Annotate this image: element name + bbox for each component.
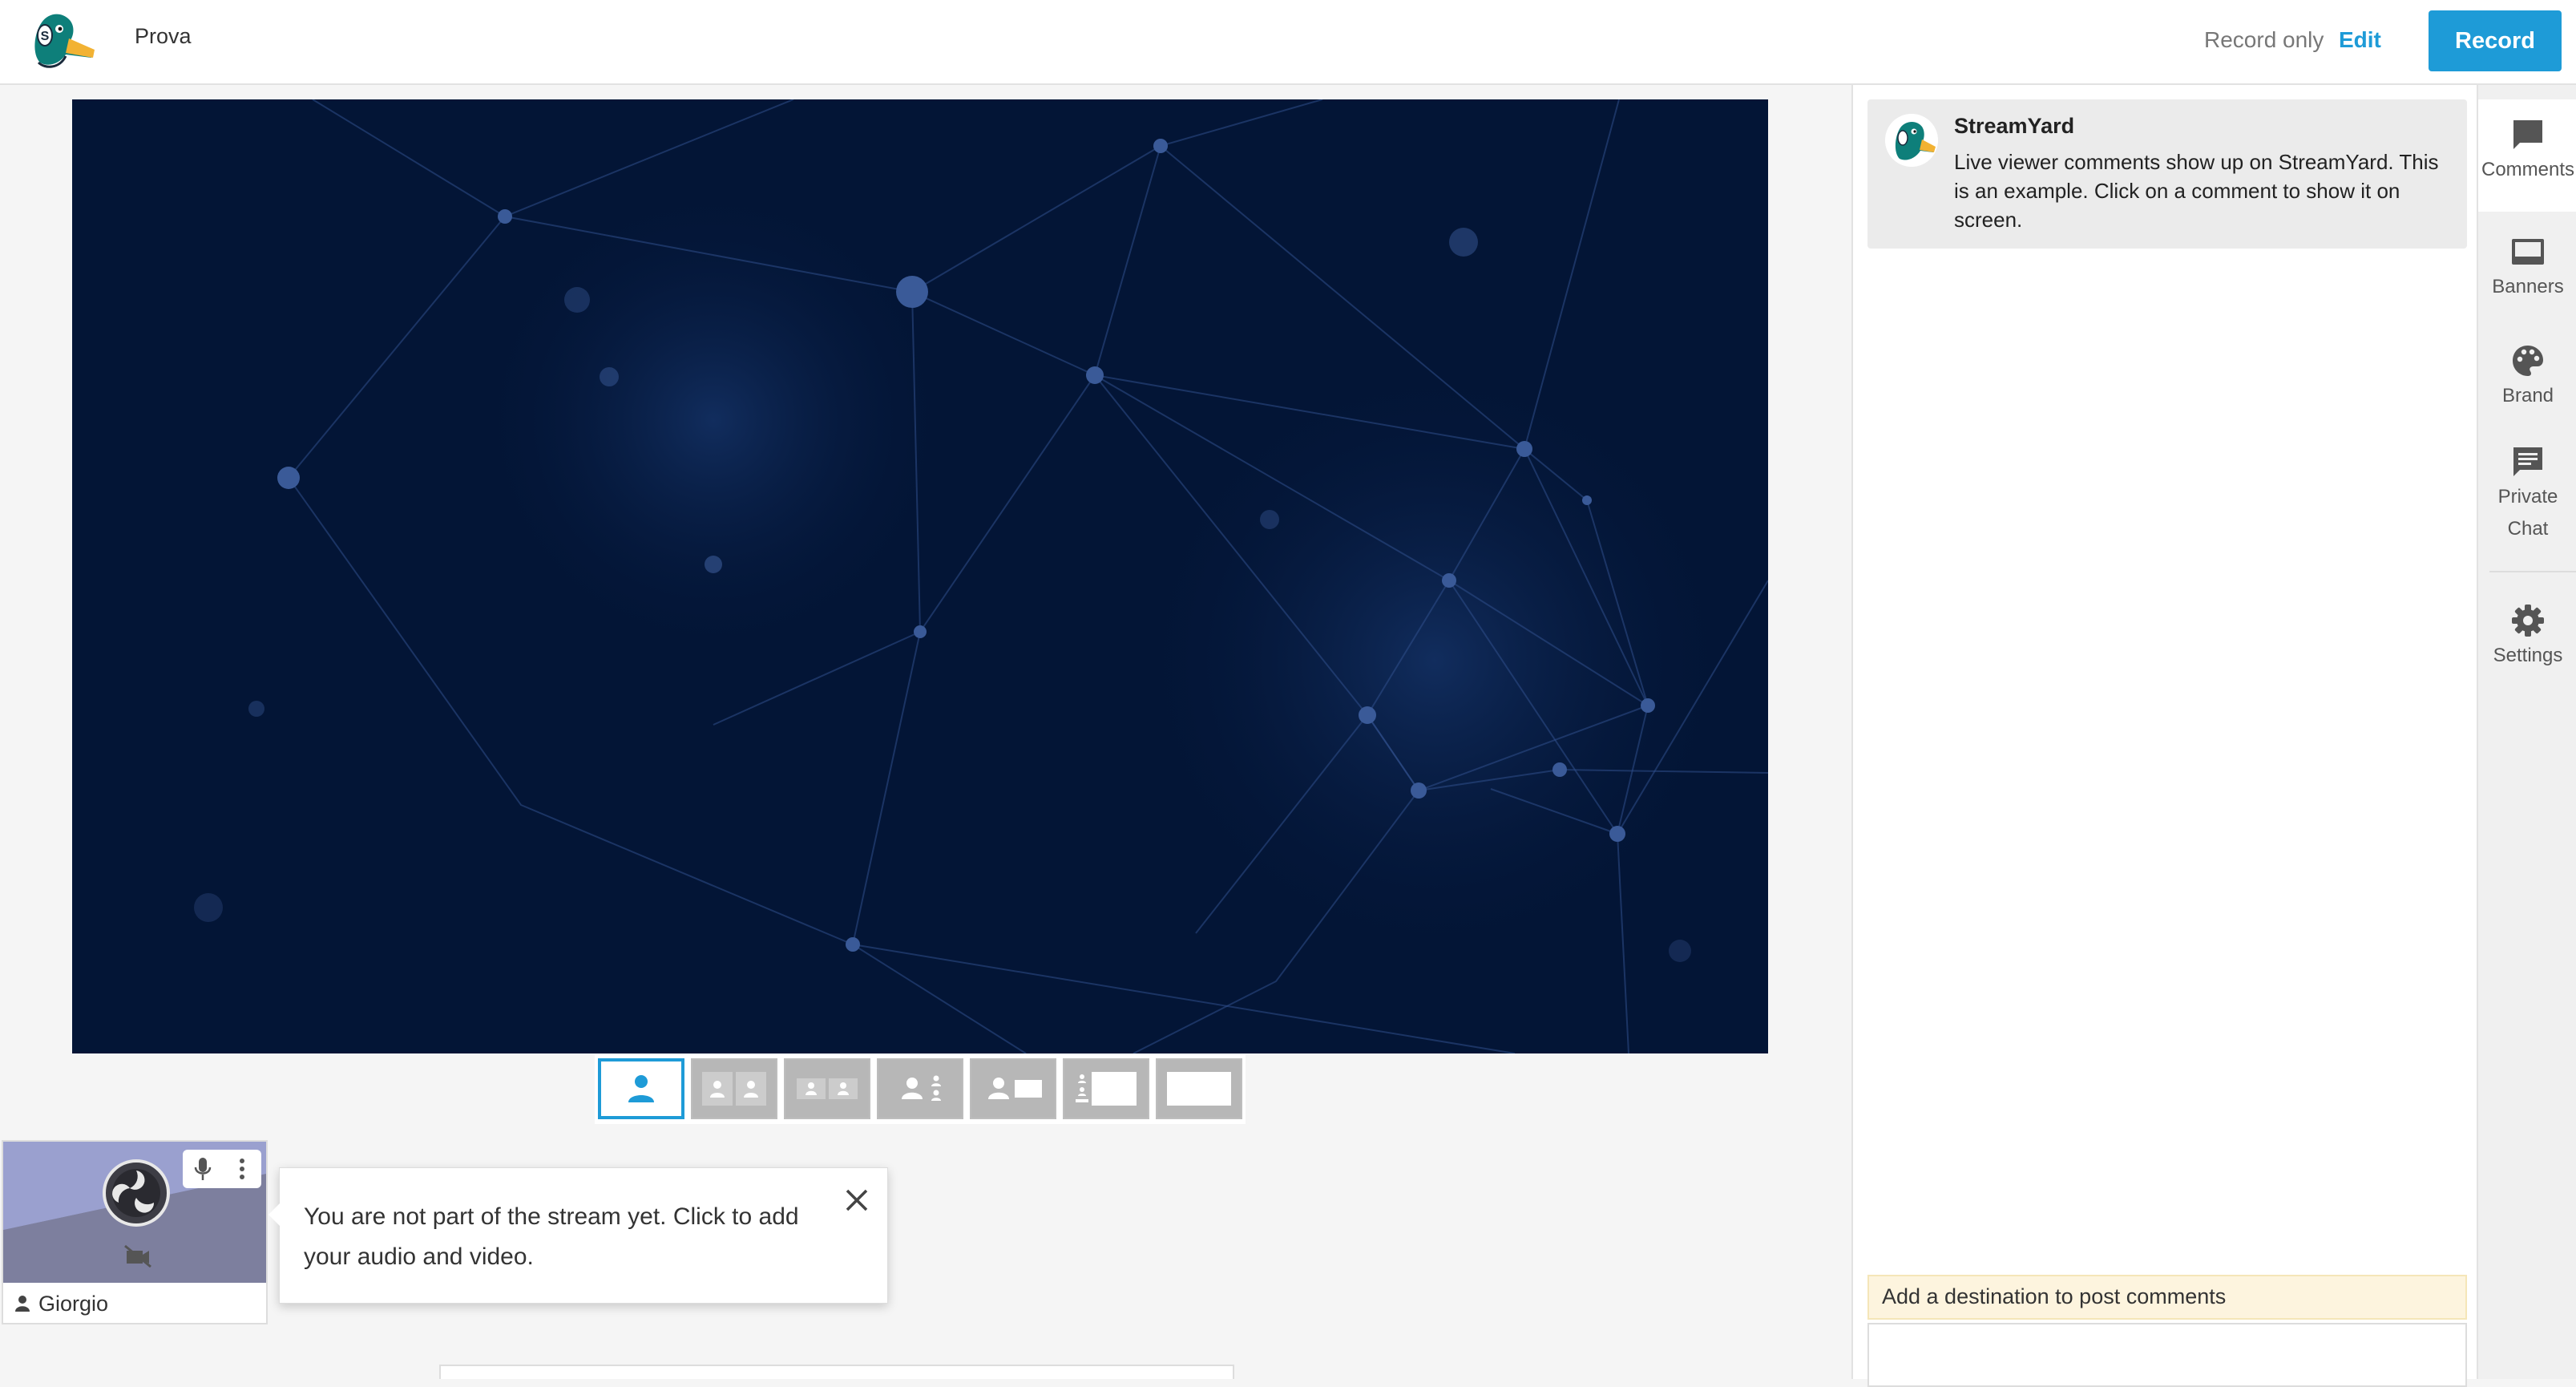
streamyard-logo[interactable]: S (24, 6, 98, 71)
chat-icon (2513, 447, 2542, 476)
participant-tile[interactable]: Giorgio (2, 1140, 268, 1324)
rail-divider (2489, 571, 2576, 572)
tooltip-text: You are not part of the stream yet. Clic… (304, 1203, 799, 1270)
rail-item-brand[interactable]: Brand (2478, 338, 2576, 435)
leader-icon (902, 1075, 941, 1101)
layout-picker (595, 1055, 1246, 1124)
comment-author: StreamYard (1954, 114, 2075, 138)
layout-thin-button[interactable] (691, 1058, 777, 1119)
record-button[interactable]: Record (2429, 10, 2562, 71)
tile-controls (183, 1150, 261, 1188)
layout-solo-button[interactable] (598, 1058, 684, 1119)
rail-item-label: Banners (2492, 276, 2564, 297)
microphone-icon[interactable] (187, 1153, 219, 1185)
group-icon (797, 1078, 858, 1099)
svg-text:S: S (41, 30, 50, 43)
more-options-icon[interactable] (226, 1153, 258, 1185)
comments-panel: StreamYard Live viewer comments show up … (1851, 85, 2477, 1387)
layout-fullscreen-button[interactable] (1156, 1058, 1242, 1119)
side-rail: Comments Banners Brand Private Chat Sett… (2477, 85, 2576, 1379)
sidebar-screen-icon (1076, 1072, 1137, 1106)
destination-notice[interactable]: Add a destination to post comments (1867, 1275, 2467, 1320)
avatar (1885, 114, 1938, 167)
layout-thin-screen-button[interactable] (1063, 1058, 1149, 1119)
record-only-label: Record only (2204, 27, 2324, 52)
fullscreen-icon (1167, 1072, 1231, 1106)
comment-icon (2513, 120, 2542, 149)
rail-item-label: Private Chat (2497, 486, 2558, 540)
comment-item[interactable]: StreamYard Live viewer comments show up … (1867, 99, 2467, 249)
top-bar: S Prova Record only Edit Record (0, 0, 2576, 85)
participant-name-row: Giorgio (3, 1284, 266, 1323)
layout-group-button[interactable] (784, 1058, 870, 1119)
person-icon (15, 1296, 30, 1312)
camera-off-icon (124, 1244, 151, 1268)
edit-link[interactable]: Edit (2339, 27, 2381, 53)
broadcast-title[interactable]: Prova (135, 24, 192, 49)
network-background (72, 99, 1768, 1053)
rail-item-banners[interactable]: Banners (2478, 226, 2576, 322)
rail-item-settings[interactable]: Settings (2478, 598, 2576, 694)
comment-text: Live viewer comments show up on StreamYa… (1954, 150, 2439, 232)
news-icon (988, 1078, 1042, 1099)
obs-logo-icon (103, 1159, 170, 1227)
participant-video[interactable] (3, 1142, 266, 1283)
layout-news-button[interactable] (970, 1058, 1056, 1119)
comment-input[interactable] (1867, 1323, 2467, 1387)
banner-icon (2512, 239, 2544, 265)
join-stream-tooltip[interactable]: You are not part of the stream yet. Clic… (269, 1167, 888, 1304)
rail-item-comments[interactable]: Comments (2478, 99, 2576, 212)
person-icon (628, 1075, 654, 1102)
two-people-icon (702, 1072, 766, 1106)
layout-leader-button[interactable] (877, 1058, 963, 1119)
close-icon[interactable] (842, 1186, 871, 1215)
rail-item-label: Brand (2501, 385, 2554, 406)
rail-item-private-chat[interactable]: Private Chat (2478, 441, 2576, 569)
rail-item-label: Settings (2493, 645, 2563, 666)
participant-name: Giorgio (38, 1291, 109, 1316)
palette-icon (2513, 346, 2543, 376)
rail-item-label: Comments (2481, 159, 2575, 180)
gear-icon (2512, 605, 2544, 637)
broadcast-stage[interactable] (72, 99, 1768, 1053)
bottom-toolbar (439, 1365, 1234, 1379)
